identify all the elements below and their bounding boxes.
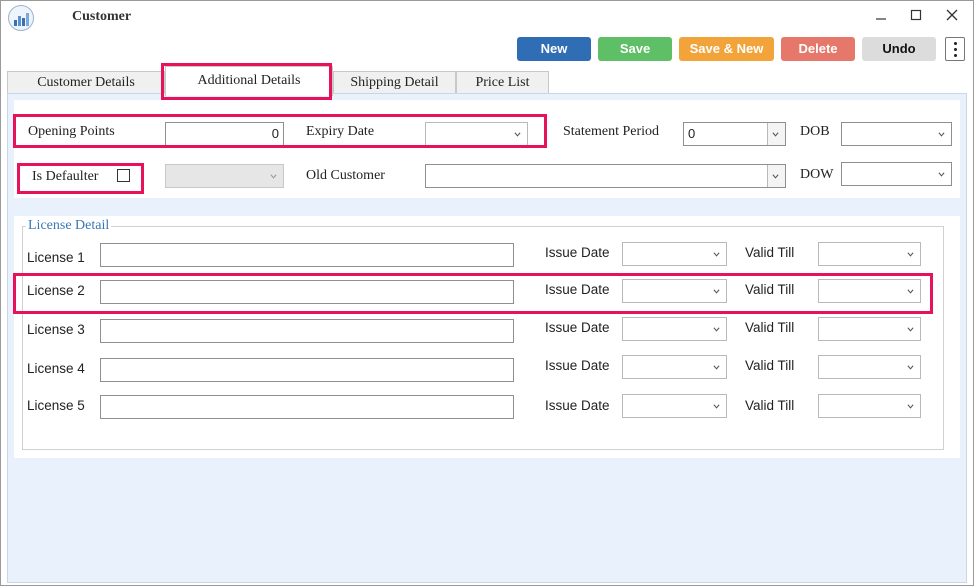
new-button[interactable]: New — [517, 37, 591, 61]
license-3-input[interactable] — [100, 319, 514, 343]
license-3-issue-label: Issue Date — [545, 320, 610, 335]
kebab-menu-icon[interactable] — [945, 37, 965, 61]
license-5-issue-label: Issue Date — [545, 398, 610, 413]
bar-chart-icon — [8, 5, 34, 31]
tab-price-list[interactable]: Price List — [456, 71, 549, 93]
chevron-down-icon — [938, 172, 945, 177]
tab-additional-details[interactable]: Additional Details — [165, 66, 333, 96]
delete-button[interactable]: Delete — [781, 37, 855, 61]
license-3-valid-label: Valid Till — [745, 320, 795, 335]
save-button[interactable]: Save — [598, 37, 672, 61]
license-4-label: License 4 — [27, 361, 85, 376]
license-4-issue-label: Issue Date — [545, 358, 610, 373]
license-3-issue-date[interactable] — [622, 317, 727, 341]
license-1-valid-label: Valid Till — [745, 245, 795, 260]
dow-label: DOW — [800, 167, 834, 182]
save-and-new-button[interactable]: Save & New — [679, 37, 774, 61]
license-1-input[interactable] — [100, 243, 514, 267]
is-defaulter-label: Is Defaulter — [32, 169, 99, 184]
expiry-date-picker[interactable] — [425, 122, 528, 146]
old-customer-label: Old Customer — [306, 168, 385, 183]
license-5-valid-label: Valid Till — [745, 398, 795, 413]
customer-window: Customer New Save Save & New Delete Undo… — [0, 0, 974, 586]
license-5-label: License 5 — [27, 398, 85, 413]
dow-select[interactable] — [841, 162, 952, 186]
license-4-valid-till[interactable] — [818, 355, 921, 379]
license-detail-section: License Detail License 1 Issue Date Vali… — [14, 216, 960, 458]
license-2-label: License 2 — [27, 283, 85, 298]
license-detail-title: License Detail — [26, 218, 112, 234]
license-2-input[interactable] — [100, 280, 514, 304]
chevron-down-icon — [907, 365, 914, 370]
additional-fields-section: Opening Points 0 Expiry Date Statement P… — [14, 100, 960, 198]
license-1-valid-till[interactable] — [818, 242, 921, 266]
opening-points-label: Opening Points — [28, 124, 115, 139]
license-4-valid-label: Valid Till — [745, 358, 795, 373]
license-5-issue-date[interactable] — [622, 394, 727, 418]
statement-period-select[interactable]: 0 — [683, 122, 786, 146]
chevron-down-icon — [772, 132, 779, 137]
license-2-valid-till[interactable] — [818, 279, 921, 303]
close-icon[interactable] — [941, 7, 963, 27]
minimize-icon[interactable] — [870, 7, 892, 27]
license-4-issue-date[interactable] — [622, 355, 727, 379]
license-2-valid-label: Valid Till — [745, 282, 795, 297]
chevron-down-icon — [907, 289, 914, 294]
license-2-issue-label: Issue Date — [545, 282, 610, 297]
dob-picker[interactable] — [841, 122, 952, 146]
tab-shipping-detail[interactable]: Shipping Detail — [333, 71, 456, 93]
dob-label: DOB — [800, 124, 830, 139]
chevron-down-icon — [938, 132, 945, 137]
chevron-down-icon — [713, 289, 720, 294]
maximize-icon[interactable] — [905, 7, 927, 27]
chevron-down-icon — [907, 327, 914, 332]
chevron-down-icon — [713, 327, 720, 332]
statement-period-label: Statement Period — [563, 124, 660, 139]
chevron-down-icon — [907, 404, 914, 409]
license-5-valid-till[interactable] — [818, 394, 921, 418]
chevron-down-icon — [713, 404, 720, 409]
tab-customer-details[interactable]: Customer Details — [7, 71, 165, 93]
license-2-issue-date[interactable] — [622, 279, 727, 303]
license-4-input[interactable] — [100, 358, 514, 382]
license-5-input[interactable] — [100, 395, 514, 419]
license-3-valid-till[interactable] — [818, 317, 921, 341]
undo-button[interactable]: Undo — [862, 37, 936, 61]
additional-details-panel: Opening Points 0 Expiry Date Statement P… — [7, 93, 967, 583]
window-title: Customer — [72, 9, 132, 24]
license-1-issue-label: Issue Date — [545, 245, 610, 260]
old-customer-select[interactable] — [425, 164, 786, 188]
license-1-issue-date[interactable] — [622, 242, 727, 266]
chevron-down-icon — [270, 174, 277, 179]
chevron-down-icon — [713, 365, 720, 370]
license-3-label: License 3 — [27, 322, 85, 337]
expiry-date-label: Expiry Date — [306, 124, 375, 139]
opening-points-input[interactable]: 0 — [165, 122, 284, 146]
license-1-label: License 1 — [27, 250, 85, 265]
chevron-down-icon — [907, 252, 914, 257]
statement-period-value: 0 — [688, 126, 696, 141]
defaulter-option-select — [165, 164, 284, 188]
chevron-down-icon — [713, 252, 720, 257]
is-defaulter-checkbox[interactable] — [117, 169, 130, 182]
chevron-down-icon — [772, 174, 779, 179]
chevron-down-icon — [514, 132, 521, 137]
title-bar: Customer — [1, 1, 973, 35]
